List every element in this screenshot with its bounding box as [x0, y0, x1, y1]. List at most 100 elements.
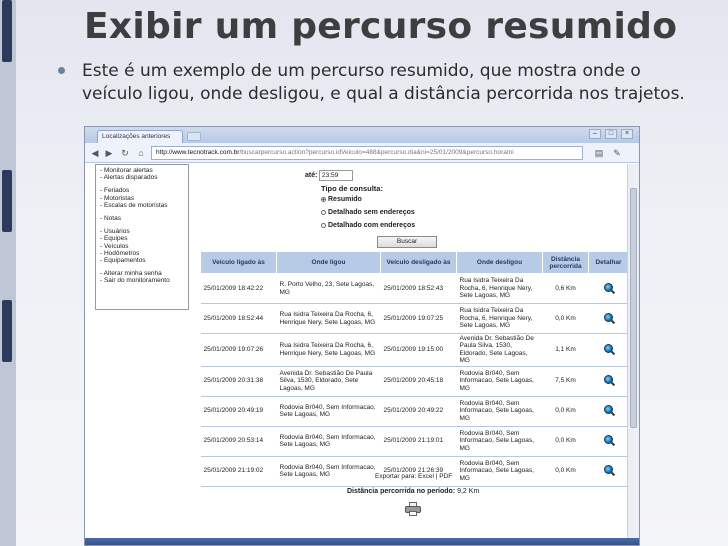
- menu-group: - Feriados - Motoristas - Escalas de mot…: [100, 187, 184, 209]
- total-distance: Distância percorrida no período: 9,2 Km: [347, 488, 479, 495]
- radio-icon: [321, 209, 326, 215]
- ate-row: até: 23:59: [275, 170, 475, 182]
- radio-icon: [321, 222, 326, 228]
- cell-detalhar: [588, 333, 629, 367]
- address-bar[interactable]: http://www.tecnotrack.com.br/buscarpercu…: [151, 146, 583, 160]
- cell-onde-desligou: Rodovia Br040, Sem Informacao, Sete Lago…: [456, 396, 543, 427]
- slide-title: Exibir um percurso resumido: [84, 6, 678, 47]
- url-path: /buscarpercurso.action?percurso.idVeicul…: [239, 149, 514, 156]
- table-row: 25/01/2009 19:07:26 Rua Isidra Teixeira …: [200, 333, 629, 367]
- radio-detalhado-sem[interactable]: Detalhado sem endereços: [321, 209, 415, 218]
- taskbar: [85, 538, 639, 545]
- cell-distancia: 0,6 Km: [542, 273, 589, 304]
- menu-group: - Alterar minha senha - Sair do monitora…: [100, 270, 184, 284]
- radio-label: Resumido: [328, 196, 362, 203]
- table-row: 25/01/2009 18:52:44 Rua Isidra Teixeira …: [200, 303, 629, 334]
- radio-resumido[interactable]: Resumido: [321, 196, 362, 205]
- minimize-icon[interactable]: –: [589, 129, 601, 139]
- detail-magnifier-icon[interactable]: [604, 344, 613, 354]
- slide-left-edge: [0, 0, 16, 546]
- vertical-scrollbar[interactable]: [627, 164, 639, 545]
- menu-item[interactable]: - Motoristas: [100, 195, 184, 202]
- menu-item[interactable]: - Usuários: [100, 228, 184, 235]
- cell-ligado: 25/01/2009 18:52:44: [200, 303, 277, 334]
- cell-detalhar: [588, 273, 629, 304]
- cell-onde-ligou: Rodovia Br040, Sem Informacao, Sete Lago…: [276, 456, 381, 487]
- scrollbar-thumb[interactable]: [630, 188, 637, 428]
- cell-detalhar: [588, 396, 629, 427]
- cell-desligado: 25/01/2009 21:26:39: [380, 456, 457, 487]
- new-tab-button[interactable]: [187, 132, 201, 141]
- cell-onde-ligou: Rodovia Br040, Sem Informacao, Sete Lago…: [276, 426, 381, 457]
- cell-onde-desligou: Rodovia Br040, Sem Informacao, Sete Lago…: [456, 366, 543, 397]
- radio-label: Detalhado sem endereços: [328, 209, 415, 216]
- close-icon[interactable]: ×: [621, 129, 633, 139]
- menu-item[interactable]: - Alertas disparados: [100, 174, 184, 181]
- radio-label: Detalhado com endereços: [328, 222, 416, 229]
- detail-magnifier-icon[interactable]: [604, 282, 613, 292]
- printer-icon[interactable]: [405, 502, 421, 516]
- page-icon[interactable]: ▤: [593, 147, 605, 159]
- cell-desligado: 25/01/2009 18:52:43: [380, 273, 457, 304]
- window-controls: – □ ×: [589, 129, 633, 139]
- menu-item[interactable]: - Monitorar alertas: [100, 167, 184, 174]
- cell-desligado: 25/01/2009 21:19:01: [380, 426, 457, 457]
- menu-item[interactable]: - Equipamentos: [100, 257, 184, 264]
- bullet-icon: [58, 67, 65, 74]
- search-button[interactable]: Buscar: [377, 236, 437, 248]
- forward-icon[interactable]: ▶: [103, 147, 115, 159]
- menu-item[interactable]: - Sair do monitoramento: [100, 277, 184, 284]
- cell-detalhar: [588, 366, 629, 397]
- cell-ligado: 25/01/2009 20:49:19: [200, 396, 277, 427]
- wrench-icon[interactable]: ✎: [611, 147, 623, 159]
- cell-detalhar: [588, 456, 629, 487]
- export-links[interactable]: Exportar para: Excel | PDF: [375, 473, 452, 480]
- edge-tab: [2, 0, 12, 62]
- edge-tab: [2, 170, 12, 232]
- detail-magnifier-icon[interactable]: [604, 435, 613, 445]
- ate-label: até:: [305, 172, 318, 179]
- detail-magnifier-icon[interactable]: [604, 312, 613, 322]
- back-icon[interactable]: ◀: [89, 147, 101, 159]
- table-row: 25/01/2009 20:53:14 Rodovia Br040, Sem I…: [200, 426, 629, 457]
- menu-item[interactable]: - Notas: [100, 215, 184, 222]
- menu-item[interactable]: - Escalas de motoristas: [100, 202, 184, 209]
- ate-input[interactable]: 23:59: [319, 170, 353, 181]
- cell-ligado: 25/01/2009 21:19:02: [200, 456, 277, 487]
- maximize-icon[interactable]: □: [605, 129, 617, 139]
- cell-distancia: 0,0 Km: [542, 303, 589, 334]
- detail-magnifier-icon[interactable]: [604, 465, 613, 475]
- cell-onde-desligou: Rodovia Br040, Sem Informacao, Sete Lago…: [456, 426, 543, 457]
- menu-item[interactable]: - Alterar minha senha: [100, 270, 184, 277]
- menu-item[interactable]: - Veículos: [100, 243, 184, 250]
- cell-distancia: 0,0 Km: [542, 426, 589, 457]
- home-icon[interactable]: ⌂: [135, 147, 147, 159]
- radio-detalhado-com[interactable]: Detalhado com endereços: [321, 222, 415, 231]
- cell-onde-ligou: R. Porto Velho, 23, Sete Lagoas, MG: [276, 273, 381, 304]
- browser-tab[interactable]: Localizações anteriores: [97, 130, 183, 143]
- table-row: 25/01/2009 20:49:19 Rodovia Br040, Sem I…: [200, 396, 629, 427]
- side-menu: - Monitorar alertas - Alertas disparados…: [95, 164, 189, 310]
- cell-onde-ligou: Avenida Dr. Sebastião De Paula Silva, 15…: [276, 366, 381, 397]
- radio-selected-icon: [321, 196, 326, 202]
- route-table: Veículo ligado às Onde ligou Veículo des…: [200, 251, 629, 487]
- menu-item[interactable]: - Feriados: [100, 187, 184, 194]
- cell-ligado: 25/01/2009 18:42:22: [200, 273, 277, 304]
- url-host: http://www.tecnotrack.com.br: [156, 149, 240, 156]
- detail-magnifier-icon[interactable]: [604, 375, 613, 385]
- cell-ligado: 25/01/2009 20:31:38: [200, 366, 277, 397]
- cell-onde-desligou: Rodovia Br040, Sem Informacao, Sete Lago…: [456, 456, 543, 487]
- page-viewport: - Monitorar alertas - Alertas disparados…: [85, 164, 629, 545]
- browser-tabbar: Localizações anteriores – □ ×: [85, 127, 639, 143]
- detail-magnifier-icon[interactable]: [604, 405, 613, 415]
- cell-onde-ligou: Rua Isidra Teixeira Da Rocha, 6, Henriqu…: [276, 303, 381, 334]
- header-detalhar: Detalhar: [588, 251, 629, 274]
- cell-desligado: 25/01/2009 19:07:25: [380, 303, 457, 334]
- cell-desligado: 25/01/2009 19:15:00: [380, 333, 457, 367]
- header-desligado: Veículo desligado às: [380, 251, 457, 274]
- menu-group: - Usuários - Equipes - Veículos - Hodôme…: [100, 228, 184, 264]
- menu-item[interactable]: - Equipes: [100, 235, 184, 242]
- menu-item[interactable]: - Hodômetros: [100, 250, 184, 257]
- cell-distancia: 0,0 Km: [542, 396, 589, 427]
- reload-icon[interactable]: ↻: [119, 147, 131, 159]
